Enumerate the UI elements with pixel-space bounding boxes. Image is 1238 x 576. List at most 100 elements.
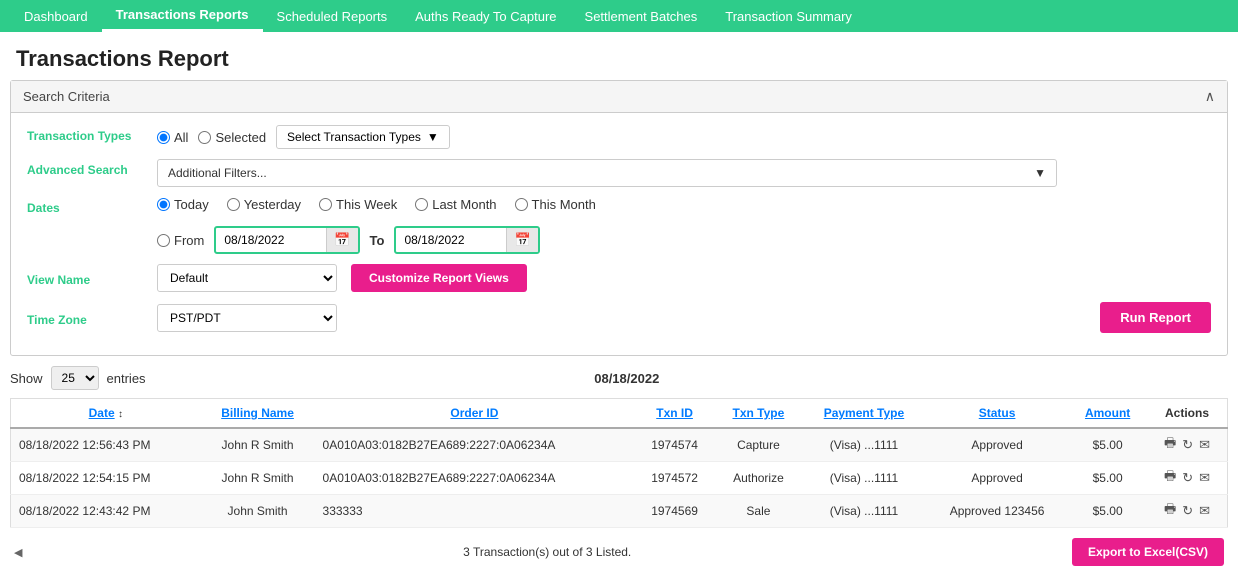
radio-this-week-text: This Week bbox=[336, 197, 397, 212]
cell-status: Approved 123456 bbox=[926, 495, 1068, 528]
view-name-select[interactable]: Default bbox=[157, 264, 337, 292]
col-billing-name[interactable]: Billing Name bbox=[201, 399, 315, 429]
radio-last-month[interactable] bbox=[415, 198, 428, 211]
entries-select[interactable]: 25 bbox=[51, 366, 99, 390]
status-sort-link[interactable]: Status bbox=[979, 406, 1016, 420]
time-zone-label: Time Zone bbox=[27, 309, 157, 327]
sort-icon[interactable]: ↕ bbox=[118, 409, 123, 420]
nav-item-auths-ready[interactable]: Auths Ready To Capture bbox=[401, 0, 570, 32]
radio-this-week[interactable] bbox=[319, 198, 332, 211]
col-amount[interactable]: Amount bbox=[1068, 399, 1147, 429]
nav-item-scheduled-reports[interactable]: Scheduled Reports bbox=[263, 0, 402, 32]
date-from-calendar-button[interactable]: 📅 bbox=[326, 228, 357, 252]
radio-from-label[interactable]: From bbox=[157, 233, 204, 248]
radio-last-month-text: Last Month bbox=[432, 197, 496, 212]
refresh-icon[interactable]: ↻ bbox=[1182, 503, 1193, 519]
radio-this-month-label[interactable]: This Month bbox=[515, 197, 596, 212]
table-footer: ◀ 3 Transaction(s) out of 3 Listed. Expo… bbox=[10, 538, 1228, 566]
to-label: To bbox=[370, 233, 385, 248]
table-summary: 3 Transaction(s) out of 3 Listed. bbox=[22, 545, 1072, 559]
collapse-icon[interactable]: ∧ bbox=[1205, 88, 1215, 105]
col-actions: Actions bbox=[1147, 399, 1227, 429]
table-top: Show 25 entries 08/18/2022 bbox=[10, 366, 1228, 390]
cell-txn-id: 1974572 bbox=[634, 462, 715, 495]
radio-today[interactable] bbox=[157, 198, 170, 211]
radio-today-label[interactable]: Today bbox=[157, 197, 209, 212]
cell-date: 08/18/2022 12:54:15 PM bbox=[11, 462, 201, 495]
advanced-search-controls: Additional Filters... ▼ bbox=[157, 159, 1211, 187]
radio-all-label[interactable]: All bbox=[157, 130, 188, 145]
advanced-search-label: Advanced Search bbox=[27, 159, 157, 177]
search-panel-header[interactable]: Search Criteria ∧ bbox=[11, 81, 1227, 113]
table-date-display: 08/18/2022 bbox=[154, 371, 1100, 386]
radio-yesterday-label[interactable]: Yesterday bbox=[227, 197, 301, 212]
cell-txn-type: Sale bbox=[715, 495, 802, 528]
radio-selected[interactable] bbox=[198, 131, 211, 144]
billing-name-sort-link[interactable]: Billing Name bbox=[221, 406, 294, 420]
customize-report-views-button[interactable]: Customize Report Views bbox=[351, 264, 527, 292]
col-txn-type[interactable]: Txn Type bbox=[715, 399, 802, 429]
email-icon[interactable]: ✉ bbox=[1199, 437, 1210, 453]
refresh-icon[interactable]: ↻ bbox=[1182, 437, 1193, 453]
print-icon[interactable]: 🖶 bbox=[1164, 467, 1176, 489]
adv-dropdown-icon: ▼ bbox=[1034, 166, 1046, 180]
date-to-calendar-button[interactable]: 📅 bbox=[506, 228, 537, 252]
time-zone-row: Time Zone PST/PDT Run Report bbox=[27, 302, 1211, 333]
radio-selected-label[interactable]: Selected bbox=[198, 130, 266, 145]
print-icon[interactable]: 🖶 bbox=[1164, 500, 1176, 522]
transactions-table: Date ↕ Billing Name Order ID Txn ID Txn … bbox=[10, 398, 1228, 528]
payment-type-sort-link[interactable]: Payment Type bbox=[824, 406, 904, 420]
cell-status: Approved bbox=[926, 462, 1068, 495]
radio-this-week-label[interactable]: This Week bbox=[319, 197, 397, 212]
cell-txn-id: 1974574 bbox=[634, 428, 715, 462]
nav-item-settlement-batches[interactable]: Settlement Batches bbox=[571, 0, 712, 32]
col-date[interactable]: Date ↕ bbox=[11, 399, 201, 429]
transaction-types-label: Transaction Types bbox=[27, 125, 157, 143]
radio-today-text: Today bbox=[174, 197, 209, 212]
table-row: 08/18/2022 12:54:15 PM John R Smith 0A01… bbox=[11, 462, 1228, 495]
date-to-input[interactable] bbox=[396, 229, 506, 251]
view-name-row: View Name Default Customize Report Views bbox=[27, 264, 1211, 292]
col-txn-id[interactable]: Txn ID bbox=[634, 399, 715, 429]
nav-item-transactions-reports[interactable]: Transactions Reports bbox=[102, 0, 263, 32]
cell-amount: $5.00 bbox=[1068, 462, 1147, 495]
run-report-button[interactable]: Run Report bbox=[1100, 302, 1211, 333]
export-to-excel-button[interactable]: Export to Excel(CSV) bbox=[1072, 538, 1224, 566]
cell-actions: 🖶 ↻ ✉ bbox=[1147, 428, 1227, 462]
date-sort-link[interactable]: Date bbox=[89, 406, 115, 420]
txn-type-sort-link[interactable]: Txn Type bbox=[733, 406, 785, 420]
print-icon[interactable]: 🖶 bbox=[1164, 434, 1176, 456]
dates-label: Dates bbox=[27, 197, 157, 215]
search-criteria-label: Search Criteria bbox=[23, 89, 110, 104]
col-status[interactable]: Status bbox=[926, 399, 1068, 429]
date-radios: Today Yesterday This Week Last Month bbox=[157, 197, 596, 212]
nav-item-dashboard[interactable]: Dashboard bbox=[10, 0, 102, 32]
radio-from[interactable] bbox=[157, 234, 170, 247]
col-payment-type[interactable]: Payment Type bbox=[802, 399, 926, 429]
refresh-icon[interactable]: ↻ bbox=[1182, 470, 1193, 486]
cell-actions: 🖶 ↻ ✉ bbox=[1147, 462, 1227, 495]
cell-billing-name: John R Smith bbox=[201, 428, 315, 462]
time-zone-select[interactable]: PST/PDT bbox=[157, 304, 337, 332]
order-id-sort-link[interactable]: Order ID bbox=[450, 406, 498, 420]
radio-yesterday[interactable] bbox=[227, 198, 240, 211]
select-transaction-types-button[interactable]: Select Transaction Types ▼ bbox=[276, 125, 450, 149]
view-name-controls: Default Customize Report Views bbox=[157, 264, 1211, 292]
date-from-input[interactable] bbox=[216, 229, 326, 251]
search-criteria-panel: Search Criteria ∧ Transaction Types All … bbox=[10, 80, 1228, 356]
col-order-id[interactable]: Order ID bbox=[315, 399, 635, 429]
amount-sort-link[interactable]: Amount bbox=[1085, 406, 1130, 420]
txn-id-sort-link[interactable]: Txn ID bbox=[656, 406, 693, 420]
cell-txn-type: Authorize bbox=[715, 462, 802, 495]
radio-last-month-label[interactable]: Last Month bbox=[415, 197, 496, 212]
email-icon[interactable]: ✉ bbox=[1199, 470, 1210, 486]
advanced-search-box[interactable]: Additional Filters... ▼ bbox=[157, 159, 1057, 187]
radio-all[interactable] bbox=[157, 131, 170, 144]
cell-amount: $5.00 bbox=[1068, 428, 1147, 462]
radio-this-month[interactable] bbox=[515, 198, 528, 211]
nav-item-transaction-summary[interactable]: Transaction Summary bbox=[711, 0, 866, 32]
cell-billing-name: John R Smith bbox=[201, 462, 315, 495]
date-from-input-wrap: 📅 bbox=[214, 226, 359, 254]
email-icon[interactable]: ✉ bbox=[1199, 503, 1210, 519]
cell-payment-type: (Visa) ...1111 bbox=[802, 428, 926, 462]
